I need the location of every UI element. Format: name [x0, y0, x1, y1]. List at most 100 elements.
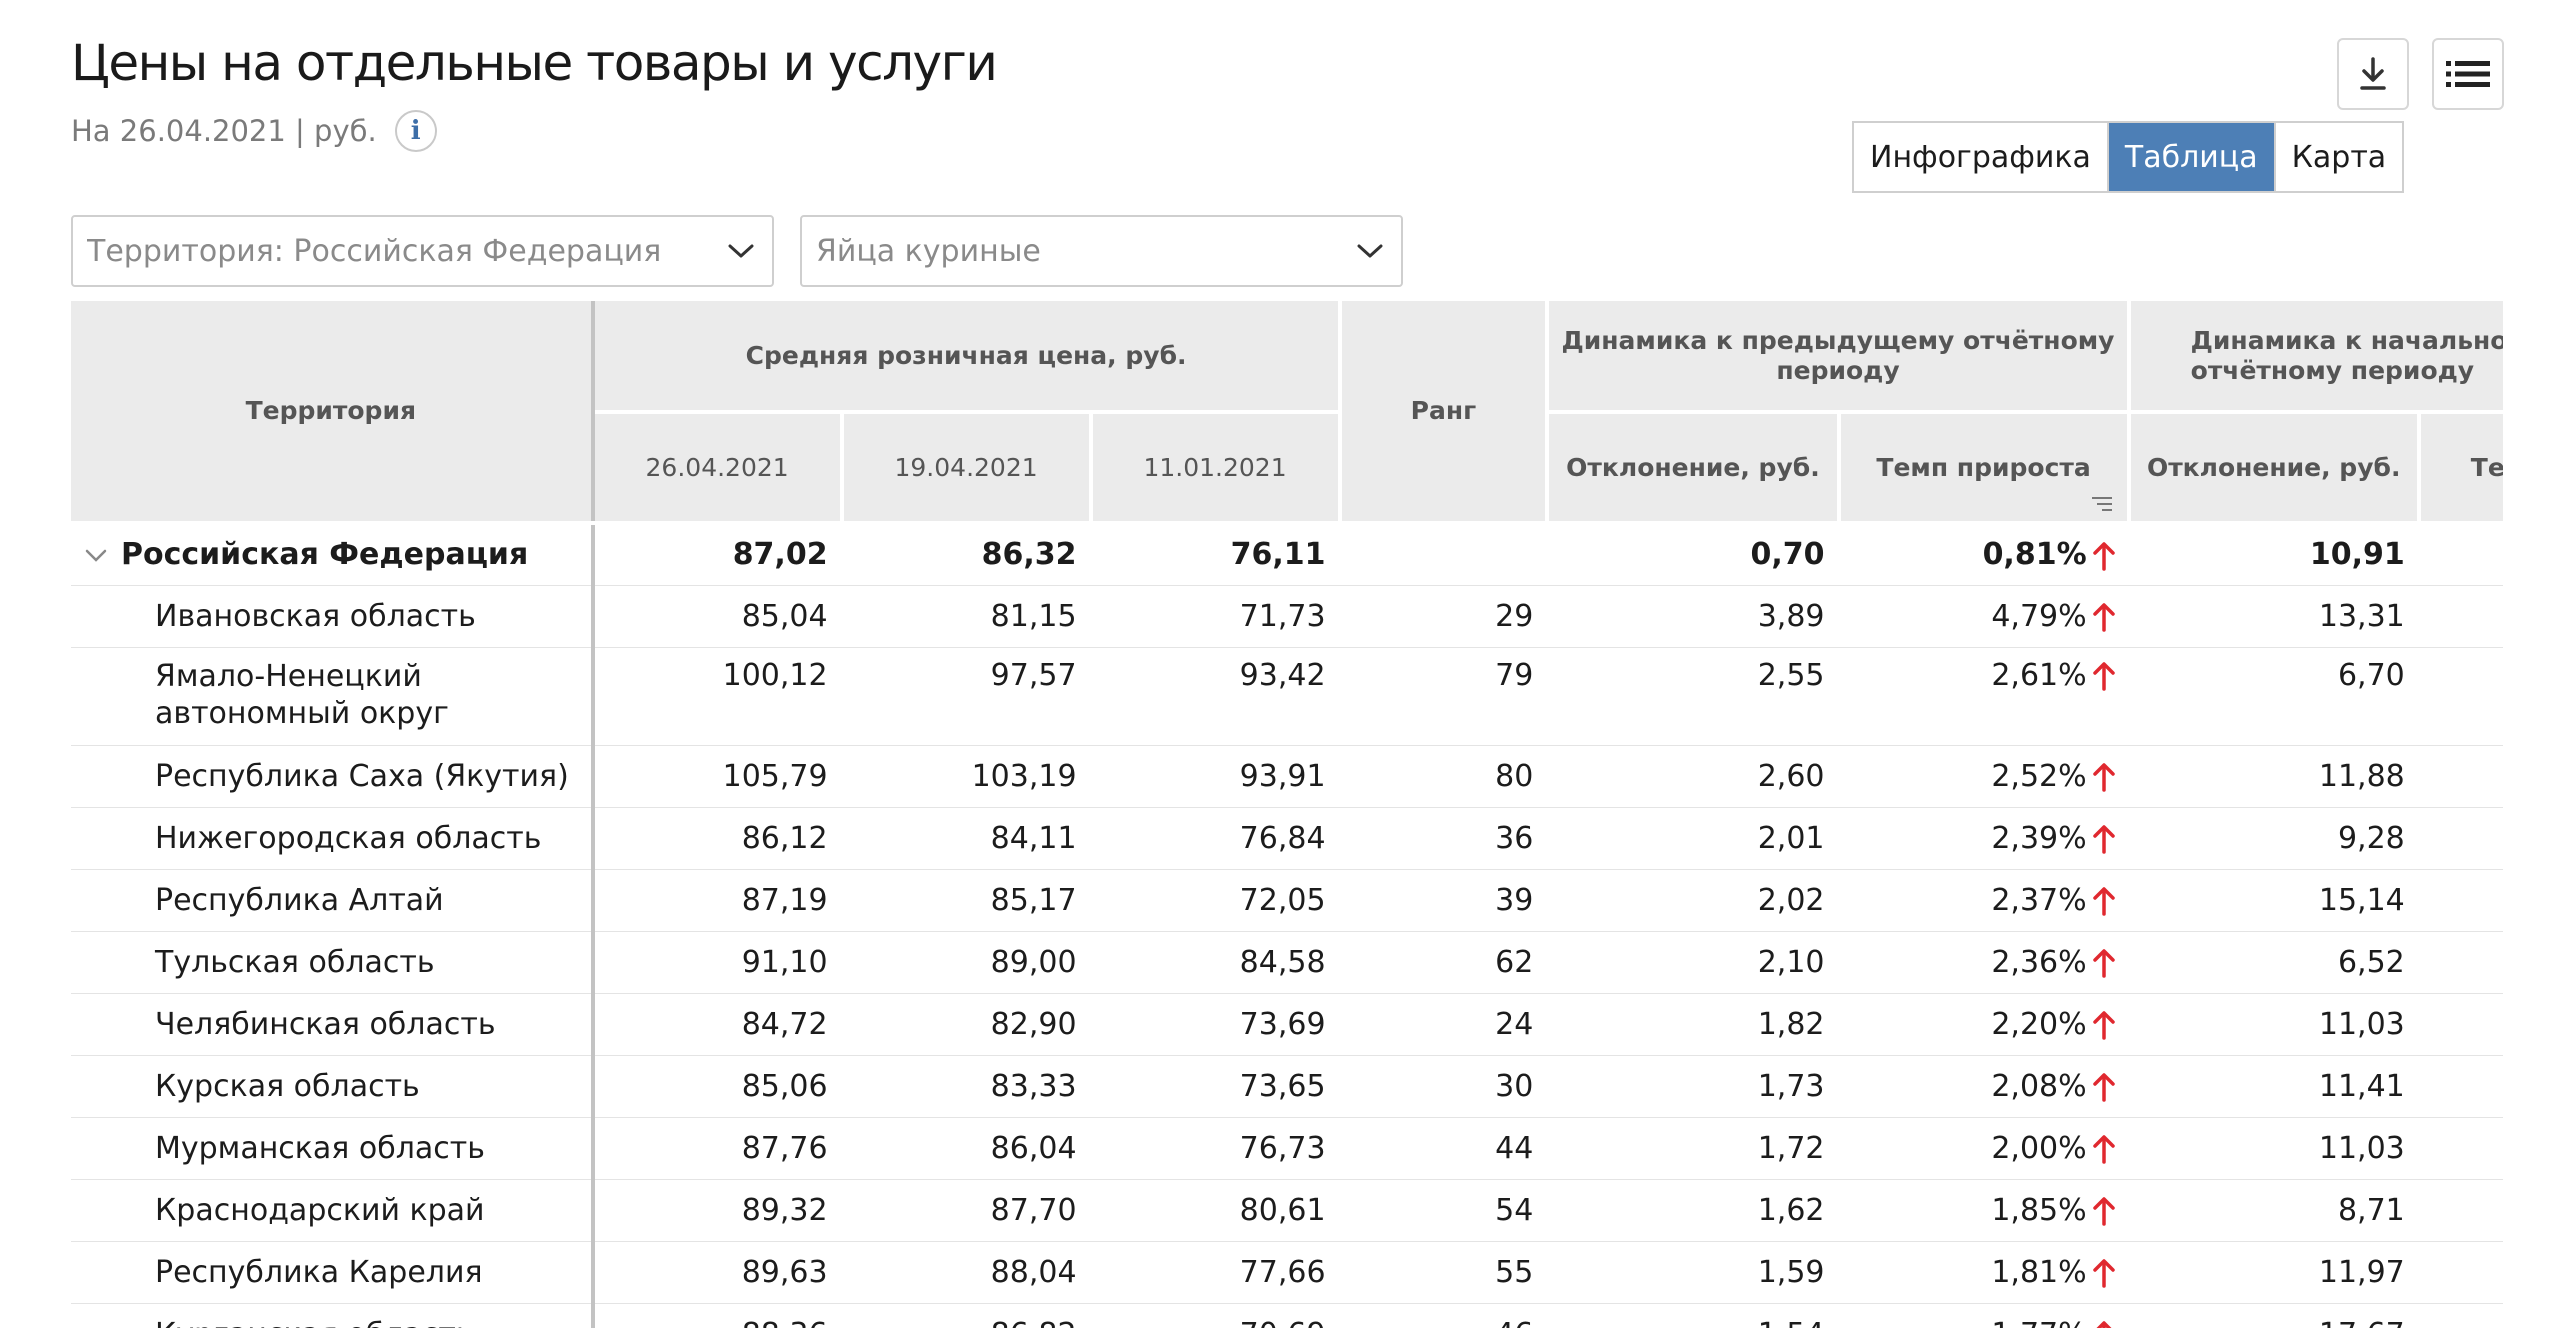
cell-growth-rate: 2,00% — [1838, 1117, 2129, 1180]
cell-growth-rate: 2,52% — [1838, 745, 2129, 808]
table-row[interactable]: Челябинская область 84,72 82,90 73,69 24 1,82… — [71, 993, 2503, 1056]
tab-table[interactable]: Таблица — [2108, 123, 2276, 191]
cell-territory: Мурманская область — [71, 1117, 595, 1180]
table-row[interactable]: Республика Алтай 87,19 85,17 72,05 39 2,02 2,3… — [71, 869, 2503, 932]
table-row[interactable]: Республика Саха (Якутия) 105,79 103,19 93,9… — [71, 745, 2503, 808]
column-header-growth-rate-label: Темп прироста — [1876, 452, 2091, 482]
column-header-deviation[interactable]: Отклонение, руб. — [1547, 412, 1841, 525]
growth-rate-value: 2,61% — [1991, 657, 2087, 693]
cell-price-3: 76,73 — [1090, 1117, 1340, 1180]
arrow-up-icon — [2092, 825, 2115, 854]
table-row[interactable]: Нижегородская область 86,12 84,11 76,84 36 2,… — [71, 807, 2503, 870]
cell-territory: Курганская область — [71, 1303, 595, 1328]
page-subtitle: На 26.04.2021 | руб. — [71, 114, 377, 148]
cell-deviation-start: 6,70 — [2128, 647, 2419, 746]
cell-growth-rate-start: 7 — [2418, 931, 2503, 994]
growth-rate-value: 1,81% — [1991, 1254, 2087, 1290]
growth-rate-value: 2,08% — [1991, 1068, 2087, 1104]
table-row[interactable]: Ивановская область 85,04 81,15 71,73 29 3,89 4… — [71, 585, 2503, 648]
table-row[interactable]: Мурманская область 87,76 86,04 76,73 44 1,72 2… — [71, 1117, 2503, 1180]
cell-territory: Республика Карелия — [71, 1241, 595, 1304]
cell-growth-rate: 2,61% — [1838, 647, 2129, 746]
column-header-rank[interactable]: Ранг — [1339, 301, 1550, 525]
chevron-down-icon — [724, 234, 758, 268]
growth-rate-value: 4,79% — [1991, 598, 2087, 634]
column-header-growth-rate[interactable]: Темп прироста — [1838, 412, 2131, 525]
cell-rank: 44 — [1339, 1117, 1548, 1180]
cell-growth-rate: 1,85% — [1838, 1179, 2129, 1242]
cell-territory: Ямало-Ненецкий автономный округ — [71, 647, 595, 746]
cell-growth-rate: 1,81% — [1838, 1241, 2129, 1304]
arrow-up-icon — [2092, 662, 2115, 691]
column-header-date-1[interactable]: 26.04.2021 — [592, 412, 844, 525]
arrow-up-icon — [2092, 603, 2115, 632]
cell-deviation-start: 11,03 — [2128, 1117, 2419, 1180]
cell-growth-rate-start: 14 — [2418, 1117, 2503, 1180]
cell-deviation-start: 8,71 — [2128, 1179, 2419, 1242]
territory-name: Курская область — [155, 1068, 420, 1104]
download-icon — [2360, 57, 2386, 90]
column-header-date-3[interactable]: 11.01.2021 — [1090, 412, 1342, 525]
cell-growth-rate: 0,81% — [1838, 523, 2129, 586]
growth-rate-value: 2,39% — [1991, 820, 2087, 856]
arrow-up-icon — [2092, 542, 2115, 571]
table-row[interactable]: Республика Карелия 89,63 88,04 77,66 55 1,59 1… — [71, 1241, 2503, 1304]
arrow-up-icon — [2092, 1197, 2115, 1226]
cell-territory: Нижегородская область — [71, 807, 595, 870]
table-row[interactable]: Курганская область 88,3686,8270,69461,54 1… — [71, 1303, 2503, 1328]
collapse-icon[interactable] — [85, 549, 107, 563]
tab-infographic[interactable]: Инфографика — [1854, 123, 2109, 191]
table-row-total[interactable]: Российская Федерация 87,02 86,32 76,11 0,70 0… — [71, 523, 2503, 586]
cell-growth-rate-start: 7 — [2418, 647, 2503, 746]
table-row[interactable]: Тульская область 91,10 89,00 84,58 62 2,10 2,3… — [71, 931, 2503, 994]
download-button[interactable] — [2337, 38, 2409, 110]
column-header-territory[interactable]: Территория — [71, 301, 595, 525]
page-title: Цены на отдельные товары и услуги — [71, 34, 998, 92]
column-header-avg-price: Средняя розничная цена, руб. — [592, 301, 1342, 414]
cell-deviation: 2,10 — [1547, 931, 1839, 994]
price-table-viewport[interactable]: Территория Средняя розничная цена, руб. … — [71, 301, 2503, 1328]
cell-deviation: 2,55 — [1547, 647, 1839, 746]
tab-map[interactable]: Карта — [2275, 123, 2403, 191]
list-menu-button[interactable] — [2432, 38, 2504, 110]
cell-price-1: 84,72 — [592, 993, 842, 1056]
growth-rate-value: 2,52% — [1991, 758, 2087, 794]
product-select-value: Яйца куриные — [816, 233, 1041, 269]
arrow-up-icon — [2092, 763, 2115, 792]
cell-price-2: 88,04 — [841, 1241, 1091, 1304]
cell-growth-rate-start: 25 — [2418, 1303, 2503, 1328]
cell-rank: 36 — [1339, 807, 1548, 870]
column-header-start-dynamics: Динамика к начальному отчётному периоду — [2128, 301, 2503, 414]
cell-deviation-start: 11,88 — [2128, 745, 2419, 808]
table-body: Российская Федерация 87,02 86,32 76,11 0,70 0… — [71, 523, 2503, 1328]
cell-rank: 62 — [1339, 931, 1548, 994]
growth-rate-value: 1,77% — [1991, 1317, 2086, 1328]
cell-deviation: 1,72 — [1547, 1117, 1839, 1180]
cell-growth-rate-start: 21 — [2418, 869, 2503, 932]
info-icon[interactable]: i — [394, 110, 437, 152]
column-header-date-2[interactable]: 19.04.2021 — [841, 412, 1093, 525]
cell-deviation: 3,89 — [1547, 585, 1839, 648]
table-row[interactable]: Ямало-Ненецкий автономный округ 100,12 97,… — [71, 647, 2503, 746]
cell-price-3: 76,84 — [1090, 807, 1340, 870]
cell-deviation-start: 10,91 — [2128, 523, 2419, 586]
cell-price-3: 84,58 — [1090, 931, 1340, 994]
cell-price-2: 82,90 — [841, 993, 1091, 1056]
territory-select[interactable]: Территория: Российская Федерация — [71, 215, 774, 287]
growth-rate-value: 2,36% — [1991, 944, 2087, 980]
table-row[interactable]: Курская область 85,06 83,33 73,65 30 1,73 2,08… — [71, 1055, 2503, 1118]
cell-growth-rate: 2,20% — [1838, 993, 2129, 1056]
cell-growth-rate-start: 14, — [2418, 523, 2503, 586]
column-header-deviation-start[interactable]: Отклонение, руб. — [2128, 412, 2421, 525]
price-table: Территория Средняя розничная цена, руб. … — [71, 301, 2503, 1328]
cell-deviation: 2,02 — [1547, 869, 1839, 932]
cell-deviation: 1,73 — [1547, 1055, 1839, 1118]
cell-growth-rate-start: 15 — [2418, 1055, 2503, 1118]
cell-territory: Тульская область — [71, 931, 595, 994]
territory-select-value: Территория: Российская Федерация — [87, 233, 662, 269]
cell-rank: 29 — [1339, 585, 1548, 648]
table-row[interactable]: Краснодарский край 89,32 87,70 80,61 54 1,62 1… — [71, 1179, 2503, 1242]
product-select[interactable]: Яйца куриные — [800, 215, 1403, 287]
column-header-growth-rate-start[interactable]: Темп прироста — [2418, 412, 2503, 525]
growth-rate-value: 2,20% — [1991, 1006, 2087, 1042]
